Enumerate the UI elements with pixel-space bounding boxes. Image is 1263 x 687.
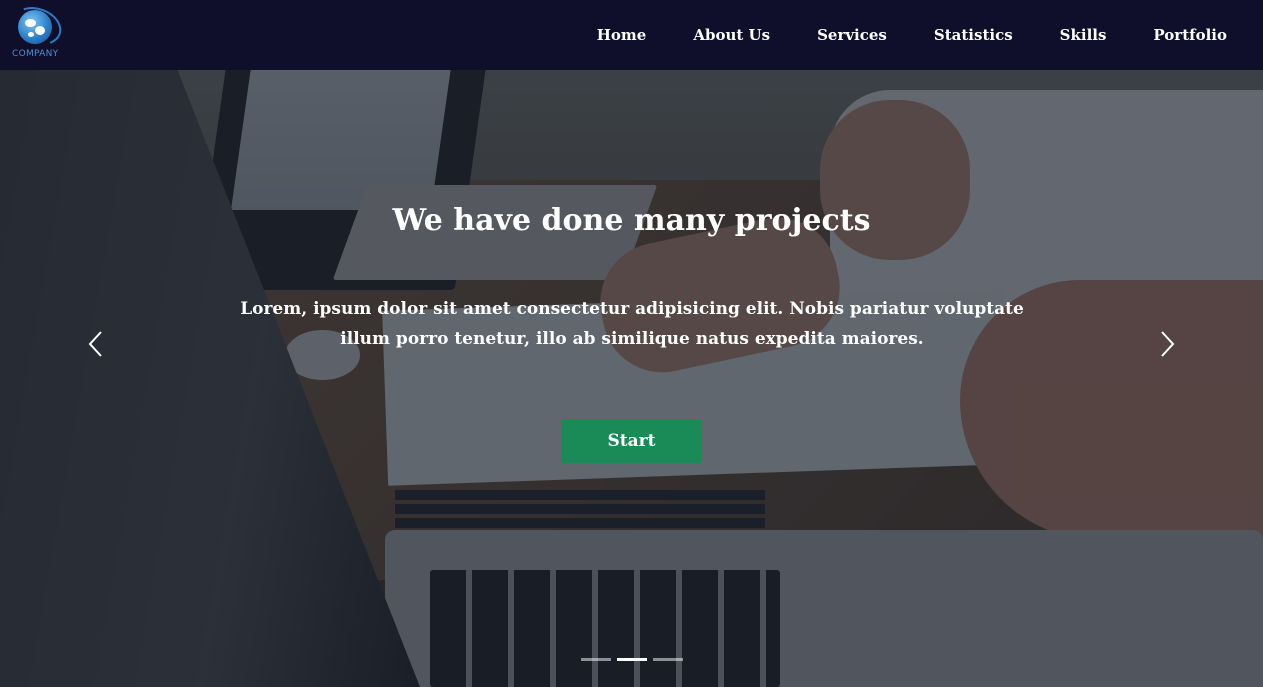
nav-item-services[interactable]: Services (817, 26, 887, 44)
nav-menu: Home About Us Services Statistics Skills… (550, 0, 1227, 70)
navbar: COMPANY Home About Us Services Statistic… (0, 0, 1263, 70)
logo-text: COMPANY (12, 49, 59, 59)
carousel-next-button[interactable] (1157, 329, 1177, 359)
carousel-indicators (581, 658, 689, 661)
carousel-prev-button[interactable] (86, 329, 106, 359)
carousel-caption: We have done many projects Lorem, ipsum … (0, 0, 1263, 687)
company-logo[interactable]: COMPANY (7, 0, 70, 62)
nav-item-portfolio[interactable]: Portfolio (1153, 26, 1227, 44)
chevron-left-icon (88, 331, 102, 357)
nav-item-about-us[interactable]: About Us (693, 26, 770, 44)
carousel-title: We have done many projects (392, 203, 871, 238)
nav-item-home[interactable]: Home (597, 26, 647, 44)
carousel-indicator[interactable] (581, 658, 611, 661)
nav-item-statistics[interactable]: Statistics (934, 26, 1013, 44)
carousel-indicator[interactable] (653, 658, 683, 661)
start-button[interactable]: Start (561, 419, 702, 463)
nav-item-skills[interactable]: Skills (1060, 26, 1107, 44)
carousel-text: Lorem, ipsum dolor sit amet consectetur … (240, 299, 1024, 349)
carousel-indicator[interactable] (617, 658, 647, 661)
chevron-right-icon (1161, 331, 1175, 357)
